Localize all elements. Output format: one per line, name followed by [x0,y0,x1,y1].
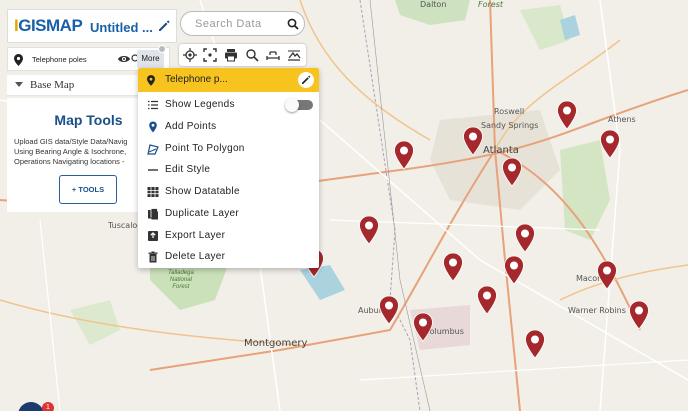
map-label-roswell: Roswell [494,107,525,116]
map-marker-icon[interactable] [556,100,578,130]
map-marker-icon[interactable] [393,140,415,170]
map-label-forest: Forest [478,0,504,9]
base-map-label: Base Map [30,79,75,91]
menu-item-label: Show Legends [165,99,235,110]
map-marker-icon[interactable] [476,285,498,315]
menu-item-show-datatable[interactable]: Show Datatable [138,181,319,202]
notification-badge: 1 [42,402,54,411]
map-marker-icon[interactable] [599,129,621,159]
menu-item-label: Add Points [165,121,217,132]
map-pin-icon [147,121,159,133]
menu-header-label: Telephone p... [165,74,228,85]
map-marker-icon[interactable] [514,223,536,253]
map-label-warner-robins: Warner Robins [568,306,626,315]
map-marker-icon[interactable] [462,126,484,156]
visibility-eye-icon[interactable] [118,54,130,67]
menu-item-label: Delete Layer [165,251,226,262]
duplicate-icon [147,208,159,220]
map-label-talladega: Talladega National Forest [168,270,194,290]
menu-header: Telephone p... [138,68,319,92]
more-indicator [158,45,166,53]
map-pin-icon [147,75,155,89]
style-line-icon [147,164,159,176]
map-marker-icon[interactable] [524,329,546,359]
print-icon[interactable] [224,48,238,62]
menu-item-label: Point To Polygon [165,143,245,154]
menu-item-edit-style[interactable]: Edit Style [138,159,319,180]
menu-item-label: Show Datatable [165,186,240,197]
map-marker-icon[interactable] [412,312,434,342]
fullscreen-icon[interactable] [203,48,217,62]
map-label-sandy-springs: Sandy Springs [481,121,539,130]
map-marker-icon[interactable] [503,255,525,285]
menu-item-delete-layer[interactable]: Delete Layer [138,246,319,267]
menu-item-add-points[interactable]: Add Points [138,116,319,137]
menu-item-label: Export Layer [165,230,226,241]
map-label-atlanta: Atlanta [483,145,519,156]
zoom-search-icon[interactable] [245,48,259,62]
trash-icon [147,251,159,263]
legends-toggle[interactable] [285,98,313,112]
table-icon [147,186,159,198]
export-icon [147,230,159,242]
menu-item-label: Edit Style [165,164,211,175]
map-toolbar [179,44,306,66]
measure-icon[interactable] [266,48,280,62]
map-marker-icon[interactable] [628,300,650,330]
map-label-montgomery: Montgomery [244,338,308,349]
search-bar [180,11,305,36]
polygon-icon [147,143,159,155]
layer-options-menu: Telephone p... Show Legends Add Points P… [138,68,319,268]
layer-name: Telephone poles [32,55,87,64]
terrain-icon[interactable] [287,48,301,62]
app-header: IGISMAP Untitled ... [7,9,177,43]
menu-item-export-layer[interactable]: Export Layer [138,225,319,246]
map-marker-icon[interactable] [442,252,464,282]
map-pin-icon [14,54,23,69]
map-label-athens: Athens [608,115,636,124]
map-marker-icon[interactable] [596,260,618,290]
toggle-knob [285,98,299,112]
legend-list-icon [147,99,159,111]
map-marker-icon[interactable] [501,157,523,187]
menu-item-label: Duplicate Layer [165,208,239,219]
search-input[interactable] [195,16,285,32]
edit-pencil-icon[interactable] [156,18,172,34]
map-marker-icon[interactable] [378,295,400,325]
igismap-logo[interactable]: IGISMAP [14,16,83,36]
edit-pencil-icon[interactable] [298,72,314,88]
menu-item-point-to-polygon[interactable]: Point To Polygon [138,138,319,159]
map-title[interactable]: Untitled ... [90,20,153,35]
search-icon[interactable] [287,18,299,33]
map-label-dalton: Dalton [420,0,447,9]
menu-item-show-legends[interactable]: Show Legends [138,94,319,115]
add-tools-button[interactable]: + TOOLS [59,175,117,204]
map-marker-icon[interactable] [358,215,380,245]
locate-icon[interactable] [183,48,197,62]
chevron-down-icon [15,82,23,87]
menu-item-duplicate-layer[interactable]: Duplicate Layer [138,203,319,224]
